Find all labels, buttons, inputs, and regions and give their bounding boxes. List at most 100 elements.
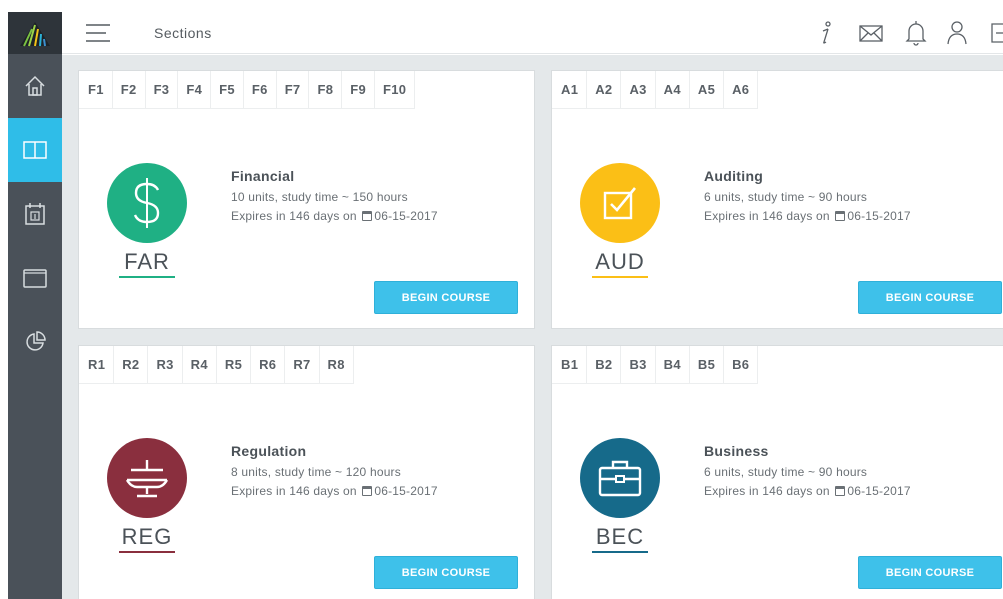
unit-tab[interactable]: A1 bbox=[552, 71, 588, 109]
unit-tab[interactable]: A2 bbox=[587, 71, 622, 109]
course-name: Auditing bbox=[704, 168, 764, 184]
expiry-date: 06-15-2017 bbox=[374, 209, 438, 223]
code-underline bbox=[592, 551, 648, 553]
course-card-aud: A1 A2 A3 A4 A5 A6 AUD Auditing 6 units, … bbox=[551, 70, 1003, 329]
logo[interactable] bbox=[8, 12, 62, 54]
course-card-bec: B1 B2 B3 B4 B5 B6 BEC Business 6 units, … bbox=[551, 345, 1003, 599]
expiry-date: 06-15-2017 bbox=[847, 209, 911, 223]
course-expiry: Expires in 146 days on 06-15-2017 bbox=[231, 482, 438, 501]
unit-tabs: R1 R2 R3 R4 R5 R6 R7 R8 bbox=[79, 346, 354, 384]
unit-tab[interactable]: F8 bbox=[309, 71, 343, 109]
unit-tab[interactable]: F9 bbox=[342, 71, 376, 109]
menu-button[interactable] bbox=[84, 22, 112, 44]
unit-tab[interactable]: A6 bbox=[724, 71, 759, 109]
home-icon bbox=[25, 75, 45, 96]
calendar-icon bbox=[835, 211, 846, 221]
course-units: 6 units, study time ~ 90 hours bbox=[704, 190, 868, 204]
unit-tab[interactable]: B6 bbox=[724, 346, 759, 384]
logout-button[interactable] bbox=[990, 20, 1003, 51]
calendar-icon bbox=[25, 203, 45, 225]
logout-icon bbox=[991, 23, 1003, 43]
course-card-reg: R1 R2 R3 R4 R5 R6 R7 R8 REG Regulation 8… bbox=[78, 345, 535, 599]
unit-tab[interactable]: A3 bbox=[621, 71, 656, 109]
nav-home[interactable] bbox=[8, 54, 62, 118]
course-info: Auditing 6 units, study time ~ 90 hours … bbox=[704, 168, 911, 226]
unit-tab[interactable]: R2 bbox=[114, 346, 149, 384]
course-grid: F1 F2 F3 F4 F5 F6 F7 F8 F9 F10 FAR Finan… bbox=[62, 55, 1003, 599]
user-icon bbox=[947, 21, 967, 45]
unit-tabs: B1 B2 B3 B4 B5 B6 bbox=[552, 346, 759, 384]
nav-reports[interactable] bbox=[8, 310, 62, 374]
unit-tab[interactable]: R3 bbox=[148, 346, 183, 384]
unit-tab[interactable]: A4 bbox=[655, 71, 690, 109]
calendar-icon bbox=[835, 486, 846, 496]
expiry-text: Expires in 146 days on bbox=[704, 209, 830, 223]
begin-course-button[interactable]: BEGIN COURSE bbox=[374, 556, 518, 589]
course-units: 10 units, study time ~ 150 hours bbox=[231, 190, 408, 204]
course-info: Regulation 8 units, study time ~ 120 hou… bbox=[231, 443, 438, 501]
course-name: Business bbox=[704, 443, 769, 459]
course-badge bbox=[580, 438, 660, 518]
info-icon bbox=[822, 21, 831, 44]
unit-tab[interactable]: R8 bbox=[319, 346, 354, 384]
unit-tab[interactable]: F7 bbox=[276, 71, 310, 109]
begin-course-button[interactable]: BEGIN COURSE bbox=[858, 281, 1002, 314]
book-icon bbox=[23, 141, 47, 159]
course-expiry: Expires in 146 days on 06-15-2017 bbox=[704, 482, 911, 501]
expiry-text: Expires in 146 days on bbox=[231, 484, 357, 498]
page-title: Sections bbox=[154, 25, 212, 41]
course-info: Business 6 units, study time ~ 90 hours … bbox=[704, 443, 911, 501]
window-icon bbox=[23, 269, 47, 288]
unit-tab[interactable]: B1 bbox=[552, 346, 588, 384]
expiry-date: 06-15-2017 bbox=[847, 484, 911, 498]
unit-tab[interactable]: R1 bbox=[79, 346, 115, 384]
course-info: Financial 10 units, study time ~ 150 hou… bbox=[231, 168, 438, 226]
unit-tab[interactable]: F2 bbox=[112, 71, 146, 109]
course-code: REG bbox=[121, 524, 173, 549]
unit-tab[interactable]: R6 bbox=[251, 346, 286, 384]
checkbox-icon bbox=[603, 187, 637, 220]
unit-tabs: F1 F2 F3 F4 F5 F6 F7 F8 F9 F10 bbox=[79, 71, 416, 109]
unit-tab[interactable]: F10 bbox=[375, 71, 416, 109]
bell-icon bbox=[905, 21, 927, 46]
unit-tab[interactable]: R4 bbox=[182, 346, 217, 384]
code-underline bbox=[119, 276, 175, 278]
unit-tab[interactable]: B3 bbox=[621, 346, 656, 384]
begin-course-button[interactable]: BEGIN COURSE bbox=[858, 556, 1002, 589]
unit-tab[interactable]: F4 bbox=[178, 71, 212, 109]
course-badge bbox=[580, 163, 660, 243]
unit-tab[interactable]: R7 bbox=[285, 346, 320, 384]
course-expiry: Expires in 146 days on 06-15-2017 bbox=[704, 207, 911, 226]
logo-icon bbox=[20, 22, 50, 47]
dollar-icon bbox=[133, 178, 160, 228]
nav-calendar[interactable] bbox=[8, 182, 62, 246]
hamburger-icon bbox=[86, 24, 110, 42]
expiry-date: 06-15-2017 bbox=[374, 484, 438, 498]
unit-tab[interactable]: B2 bbox=[587, 346, 622, 384]
info-button[interactable] bbox=[816, 20, 836, 51]
course-code: AUD bbox=[595, 249, 645, 274]
course-code: BEC bbox=[595, 524, 645, 549]
top-bar: Sections bbox=[62, 12, 1003, 54]
nav-courses[interactable] bbox=[8, 118, 62, 182]
course-code: FAR bbox=[124, 249, 170, 274]
begin-course-button[interactable]: BEGIN COURSE bbox=[374, 281, 518, 314]
unit-tab[interactable]: F1 bbox=[79, 71, 113, 109]
unit-tab[interactable]: B4 bbox=[655, 346, 690, 384]
code-underline bbox=[592, 276, 648, 278]
messages-button[interactable] bbox=[858, 20, 884, 51]
pie-chart-icon bbox=[26, 331, 46, 351]
unit-tab[interactable]: F5 bbox=[211, 71, 244, 109]
unit-tab[interactable]: F3 bbox=[145, 71, 179, 109]
mail-icon bbox=[859, 25, 883, 42]
course-badge bbox=[107, 163, 187, 243]
notifications-button[interactable] bbox=[904, 20, 928, 51]
unit-tab[interactable]: B5 bbox=[689, 346, 725, 384]
profile-button[interactable] bbox=[946, 20, 968, 51]
unit-tab[interactable]: R5 bbox=[216, 346, 252, 384]
sidebar bbox=[8, 12, 62, 599]
unit-tab[interactable]: F6 bbox=[243, 71, 277, 109]
unit-tab[interactable]: A5 bbox=[689, 71, 725, 109]
course-name: Regulation bbox=[231, 443, 307, 459]
nav-windows[interactable] bbox=[8, 246, 62, 310]
